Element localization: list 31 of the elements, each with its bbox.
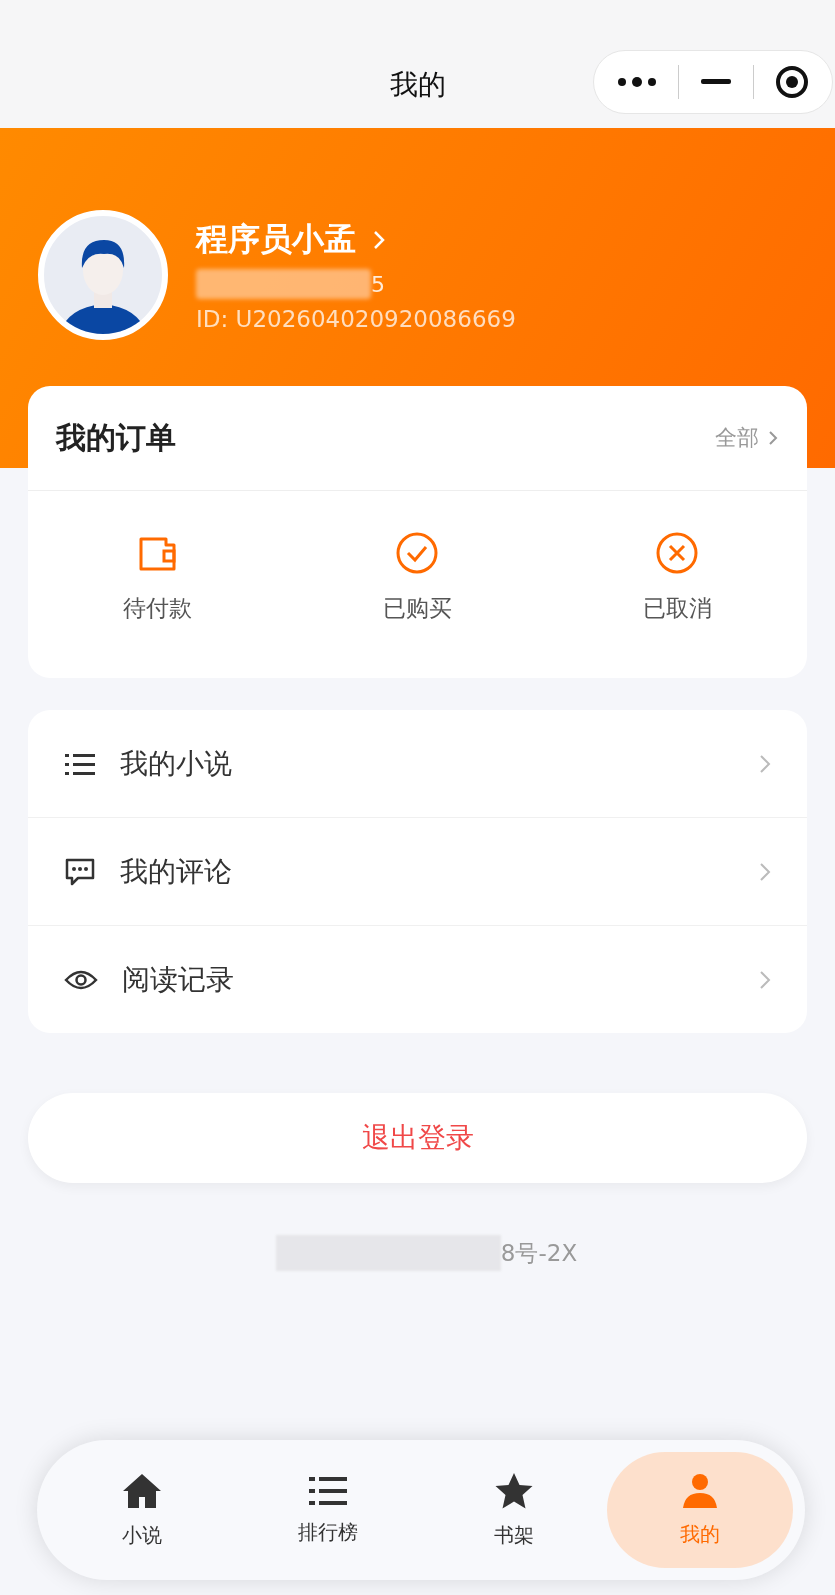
phone-number: 5 [371, 271, 385, 297]
list-icon [64, 751, 96, 776]
user-icon [682, 1472, 718, 1509]
chevron-right-icon[interactable] [372, 229, 386, 251]
tab[interactable]: 排行榜 [235, 1452, 421, 1568]
logout-button[interactable]: 退出登录 [28, 1093, 807, 1183]
chat-bubble-icon [64, 856, 96, 887]
minimize-icon[interactable] [701, 79, 731, 85]
check-circle-icon [395, 531, 440, 575]
chevron-right-icon [759, 861, 771, 882]
user-id: ID: U202604020920086669 [196, 306, 516, 332]
chevron-right-icon [759, 969, 771, 990]
menu-item[interactable]: 阅读记录 [28, 925, 807, 1033]
section-title: 我的订单 [56, 418, 176, 457]
menu-item[interactable]: 我的小说 [28, 710, 807, 817]
order-status-button[interactable]: 待付款 [28, 531, 288, 624]
page-title: 我的 [389, 67, 446, 103]
cancel-circle-icon [655, 531, 700, 575]
tab[interactable]: 书架 [421, 1452, 607, 1568]
order-status-button[interactable]: 已取消 [547, 531, 807, 624]
chevron-right-icon [767, 429, 779, 447]
order-status-button[interactable]: 已购买 [287, 531, 548, 624]
close-icon[interactable] [775, 65, 810, 99]
list-icon [309, 1474, 347, 1507]
more-icon[interactable] [616, 76, 657, 88]
chevron-right-icon [759, 753, 771, 774]
star-icon [494, 1471, 534, 1510]
home-icon [122, 1471, 162, 1510]
footer-text: 8号-2X [500, 1238, 578, 1268]
menu-item[interactable]: 我的评论 [28, 817, 807, 925]
tab[interactable]: 小说 [49, 1452, 235, 1568]
